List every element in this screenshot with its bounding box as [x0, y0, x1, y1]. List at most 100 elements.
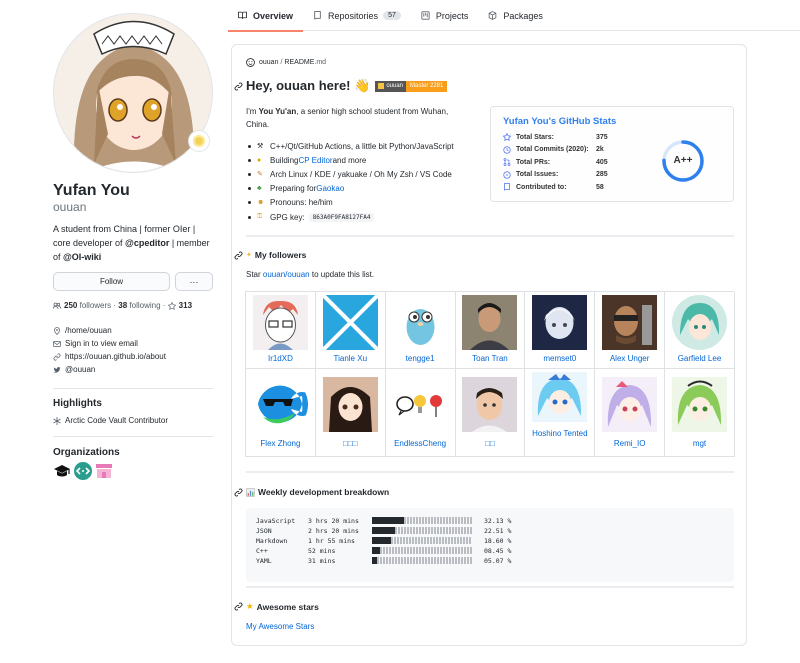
readme-path-user[interactable]: ouuan — [259, 59, 278, 66]
follower-cell[interactable]: □□□ — [315, 369, 386, 457]
readme-intro: I'm You Yu'an, a senior high school stud… — [246, 107, 449, 129]
highlights-heading: Highlights — [53, 398, 102, 409]
profile-website[interactable]: https://ouuan.github.io/about — [53, 350, 166, 363]
stars-link[interactable]: 313 — [179, 301, 192, 310]
repo-link-ouuan[interactable]: ouuan/ouuan — [263, 270, 310, 279]
avatar-illustration — [54, 14, 212, 172]
org-mention-oi-wiki[interactable]: @OI-wiki — [63, 252, 101, 262]
follower-avatar — [671, 295, 727, 350]
follower-cell[interactable]: tengge1 — [385, 292, 456, 369]
follower-avatar — [392, 377, 448, 432]
gaokao-link[interactable]: Gaokao — [316, 184, 344, 193]
follower-name: mgt — [692, 439, 707, 448]
avatar[interactable] — [53, 13, 213, 173]
progress-bar — [372, 517, 472, 524]
follower-cell[interactable]: □□ — [455, 369, 526, 457]
follower-cell[interactable]: Tianle Xu — [315, 292, 386, 369]
weekly-row: JSON 2 hrs 20 mins 22.51 % — [256, 526, 512, 535]
profile-tabs: Overview Repositories 57 Projects Packag… — [228, 0, 800, 32]
profile-readme: ouuan / README .md Hey, ouuan here! 👋 ouu… — [231, 44, 747, 646]
follower-cell[interactable]: Garfield Lee — [665, 292, 735, 369]
link-anchor-icon[interactable] — [234, 251, 243, 260]
follower-avatar — [532, 295, 588, 350]
seedling-icon: ♣ — [257, 185, 262, 193]
weekly-row: C++ 52 mins 08.45 % — [256, 546, 512, 555]
follower-avatar — [532, 372, 588, 422]
follow-stats: 250 followers · 38 following · 313 — [53, 301, 192, 310]
follow-button[interactable]: Follow — [53, 272, 170, 291]
gpg-key: 863A0F9FA8127FA4 — [308, 212, 375, 222]
graduation-cap-icon — [54, 465, 70, 477]
snowflake-icon — [53, 416, 61, 425]
follower-cell[interactable]: Toan Tran — [455, 292, 526, 369]
follower-name: EndlessCheng — [394, 439, 447, 448]
stat-total-prs: Total PRs: 405 — [503, 158, 608, 166]
follower-name: Ir1dXD — [267, 354, 293, 363]
link-anchor-icon[interactable] — [234, 602, 243, 611]
follower-name: □□ — [485, 439, 495, 448]
followers-heading: ✦ My followers — [234, 250, 306, 260]
project-icon — [421, 11, 430, 20]
list-item: ⚒ C++/Qt/GitHub Actions, a little bit Pyt… — [246, 139, 476, 153]
follower-cell[interactable]: Alex Unger — [595, 292, 666, 369]
star-emoji-icon: ★ — [246, 601, 254, 611]
follower-avatar — [462, 295, 518, 350]
link-anchor-icon[interactable] — [234, 82, 243, 91]
org-avatar-oi-wiki[interactable] — [53, 462, 71, 480]
follower-name: Hoshino Tented — [532, 429, 588, 438]
status-emoji[interactable] — [188, 130, 210, 152]
follower-avatar — [462, 377, 518, 432]
sidebar-divider — [53, 436, 213, 437]
highlight-arctic-vault[interactable]: Arctic Code Vault Contributor — [53, 416, 168, 425]
follower-cell[interactable]: memset0 — [525, 292, 596, 369]
pull-request-icon — [503, 158, 511, 166]
follower-cell[interactable]: Flex Zhong — [246, 369, 316, 457]
smiley-icon — [246, 58, 255, 67]
follower-cell[interactable]: EndlessCheng — [385, 369, 456, 457]
tab-overview[interactable]: Overview — [228, 0, 304, 32]
follower-cell[interactable]: mgt — [665, 369, 735, 457]
follower-cell[interactable]: Hoshino Tented — [525, 369, 596, 457]
awesome-stars-heading: ★ Awesome stars — [234, 601, 319, 612]
profile-email[interactable]: Sign in to view email — [53, 337, 166, 350]
follower-avatar — [322, 377, 378, 432]
tab-packages[interactable]: Packages — [478, 0, 553, 31]
stat-total-commits: Total Commits (2020): 2k — [503, 145, 604, 154]
mail-icon — [53, 340, 61, 347]
more-options-button[interactable]: ··· — [175, 272, 213, 291]
org-avatar-third[interactable] — [95, 462, 113, 480]
org-mention-cpeditor[interactable]: @cpeditor — [125, 238, 169, 248]
following-link[interactable]: 38 following — [118, 301, 160, 310]
organizations-list — [53, 462, 113, 480]
section-divider — [246, 235, 734, 237]
star-note: Star ouuan/ouuan to update this list. — [246, 270, 375, 279]
rank-circle: A++ — [661, 139, 705, 183]
follower-name: Alex Unger — [609, 354, 650, 363]
followers-link[interactable]: 250 followers — [64, 301, 111, 310]
awesome-stars-link[interactable]: My Awesome Stars — [246, 622, 314, 631]
weekly-row: JavaScript 3 hrs 20 mins 32.13 % — [256, 516, 512, 525]
org-avatar-cpeditor[interactable] — [74, 462, 92, 480]
codeforces-icon — [378, 83, 385, 89]
repo-icon — [504, 183, 510, 191]
profile-twitter[interactable]: @ouuan — [53, 363, 166, 376]
tab-repositories[interactable]: Repositories 57 — [303, 0, 411, 31]
progress-bar — [372, 527, 472, 534]
list-item: ⚿ GPG key: 863A0F9FA8127FA4 — [246, 210, 476, 224]
readme-path: ouuan / README .md — [246, 58, 326, 67]
list-item: ● Building CP Editor and more — [246, 153, 476, 167]
weekly-row: Markdown 1 hr 55 mins 18.60 % — [256, 536, 512, 545]
follower-cell[interactable]: Remi_IO — [595, 369, 666, 457]
bar-chart-icon — [246, 487, 255, 497]
stat-total-issues: Total Issues: 285 — [503, 170, 608, 179]
link-anchor-icon[interactable] — [234, 488, 243, 497]
tab-projects[interactable]: Projects — [411, 0, 479, 31]
follower-avatar — [671, 377, 727, 432]
follower-cell[interactable]: Ir1dXD — [246, 292, 316, 369]
repo-icon — [314, 11, 321, 20]
follower-avatar — [322, 295, 378, 350]
cp-editor-link[interactable]: CP Editor — [298, 156, 332, 165]
codeforces-badge[interactable]: ouuan Master 2281 — [375, 80, 448, 92]
follower-avatar — [392, 295, 448, 350]
people-icon — [53, 302, 61, 309]
